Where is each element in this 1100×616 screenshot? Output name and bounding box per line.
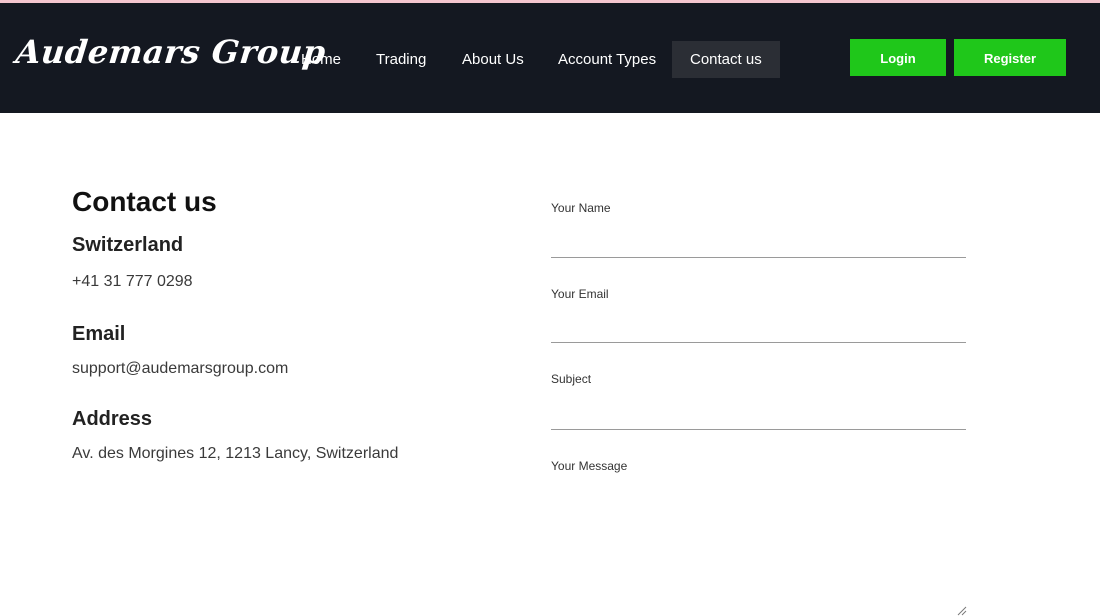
nav-account-types[interactable]: Account Types — [558, 41, 656, 78]
register-button[interactable]: Register — [954, 39, 1066, 76]
phone-number: +41 31 777 0298 — [72, 273, 193, 290]
navbar: Audemars Group Home Trading About Us Acc… — [0, 3, 1100, 113]
nav-contact-us[interactable]: Contact us — [672, 41, 780, 78]
login-button[interactable]: Login — [850, 39, 946, 76]
nav-trading[interactable]: Trading — [376, 41, 426, 78]
message-field[interactable] — [551, 484, 966, 614]
nav-home[interactable]: Home — [301, 41, 341, 78]
location-heading: Switzerland — [72, 234, 184, 256]
subject-label: Subject — [551, 372, 592, 386]
message-label: Your Message — [551, 459, 628, 473]
email-heading: Email — [72, 323, 126, 345]
email-address: support@audemarsgroup.com — [72, 360, 289, 377]
email-field[interactable] — [551, 316, 966, 343]
street-address: Av. des Morgines 12, 1213 Lancy, Switzer… — [72, 445, 399, 462]
subject-field[interactable] — [551, 403, 966, 430]
email-label: Your Email — [551, 287, 609, 301]
name-field[interactable] — [551, 231, 966, 258]
address-heading: Address — [72, 408, 153, 430]
site-logo[interactable]: Audemars Group — [14, 33, 328, 71]
resize-grip-icon[interactable] — [955, 604, 967, 616]
page-title: Contact us — [72, 186, 217, 217]
nav-about-us[interactable]: About Us — [462, 41, 524, 78]
name-label: Your Name — [551, 201, 611, 215]
